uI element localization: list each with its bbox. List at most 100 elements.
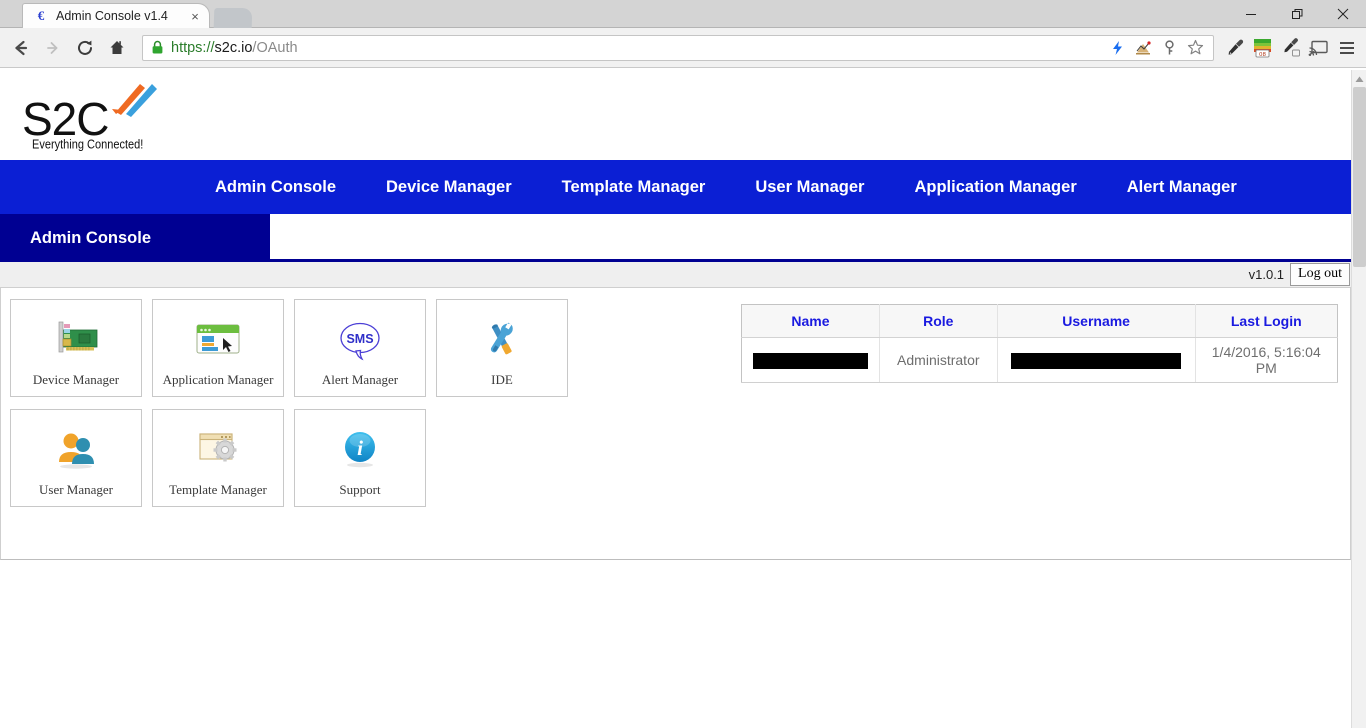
tile-alert-manager[interactable]: SMS Alert Manager <box>294 299 426 397</box>
page-viewport: S2C Everything Connected! Admin Console … <box>0 70 1366 728</box>
address-bar[interactable]: https://s2c.io/OAuth <box>142 34 1214 61</box>
minimize-window-icon[interactable] <box>1228 0 1274 28</box>
cell-last-login: 1/4/2016, 5:16:04 PM <box>1195 337 1338 383</box>
section-tab-label: Admin Console <box>30 228 152 247</box>
browser-toolbar: https://s2c.io/OAuth 08 <box>0 28 1366 68</box>
logo-band: S2C Everything Connected! <box>0 70 1351 160</box>
column-header-role[interactable]: Role <box>879 304 998 338</box>
bookmark-star-icon[interactable] <box>1183 36 1207 60</box>
table-footer-strip <box>1 288 1350 294</box>
s2c-favicon-icon: € <box>37 8 45 23</box>
tile-label: Alert Manager <box>321 372 399 387</box>
nav-item-alert-manager[interactable]: Alert Manager <box>1127 178 1237 197</box>
page-body: S2C Everything Connected! Admin Console … <box>0 70 1351 560</box>
logo-tagline: Everything Connected! <box>32 138 144 152</box>
eyedropper-icon[interactable] <box>1222 34 1248 62</box>
nav-item-admin-console[interactable]: Admin Console <box>215 178 336 197</box>
tile-application-manager[interactable]: Application Manager <box>152 299 284 397</box>
column-header-username[interactable]: Username <box>997 304 1196 338</box>
table-header: Name Role Username Last Login <box>741 304 1338 338</box>
version-label: v1.0.1 <box>1248 267 1285 282</box>
omnibox-actions <box>1105 36 1209 60</box>
lightning-bolt-icon[interactable] <box>1105 36 1129 60</box>
maximize-window-icon[interactable] <box>1274 0 1320 28</box>
s2c-logo[interactable]: S2C Everything Connected! <box>22 80 162 152</box>
section-tab-underline <box>0 259 1351 262</box>
main-navigation: Admin Console Device Manager Template Ma… <box>0 160 1351 214</box>
window-gear-icon <box>188 424 248 476</box>
tile-label: Application Manager <box>162 372 274 387</box>
browser-window: € Admin Console v1.4 × https://s2c.io/OA… <box>0 0 1366 728</box>
new-tab-button[interactable] <box>213 8 253 28</box>
column-header-name[interactable]: Name <box>741 304 880 338</box>
tile-label: Template Manager <box>169 482 267 497</box>
tile-row: User Manager Template Manager i Support <box>10 409 590 507</box>
forward-button-icon[interactable] <box>38 33 68 63</box>
tile-ide[interactable]: IDE <box>436 299 568 397</box>
color-palette-icon[interactable]: 08 <box>1250 34 1276 62</box>
content-panel: Device Manager Application Manager SMS A… <box>0 288 1351 560</box>
close-window-icon[interactable] <box>1320 0 1366 28</box>
column-header-last-login[interactable]: Last Login <box>1195 304 1338 338</box>
tile-label: User Manager <box>39 482 113 497</box>
tile-user-manager[interactable]: User Manager <box>10 409 142 507</box>
back-button-icon[interactable] <box>6 33 36 63</box>
tile-support[interactable]: i Support <box>294 409 426 507</box>
nav-item-user-manager[interactable]: User Manager <box>755 178 864 197</box>
svg-text:08: 08 <box>1259 52 1266 58</box>
logout-button[interactable]: Log out <box>1290 262 1350 287</box>
logo-swoosh-icon <box>112 84 157 117</box>
cell-username <box>997 337 1196 383</box>
tile-row: Device Manager Application Manager SMS A… <box>10 299 590 397</box>
sms-bubble-icon: SMS <box>330 314 390 366</box>
scroll-up-arrow-icon[interactable] <box>1352 70 1366 86</box>
pci-card-icon <box>46 314 106 366</box>
section-tab-row: Admin Console <box>0 214 1351 262</box>
module-tile-grid: Device Manager Application Manager SMS A… <box>10 299 590 519</box>
tile-label: Device Manager <box>32 372 120 387</box>
url-scheme: https:// <box>171 39 215 56</box>
section-tab-admin-console[interactable]: Admin Console <box>0 214 270 262</box>
table-body: Administrator 1/4/2016, 5:16:04 PM <box>741 337 1338 383</box>
scrollbar-thumb[interactable] <box>1353 87 1366 267</box>
nav-item-device-manager[interactable]: Device Manager <box>386 178 512 197</box>
reload-button-icon[interactable] <box>70 33 100 63</box>
info-letter: i <box>357 436 363 460</box>
url-host: s2c.io <box>214 39 253 56</box>
url-text: https://s2c.io/OAuth <box>171 40 298 56</box>
tile-template-manager[interactable]: Template Manager <box>152 409 284 507</box>
nav-item-application-manager[interactable]: Application Manager <box>914 178 1076 197</box>
logo-text: S2C <box>22 93 109 145</box>
color-picker-icon[interactable] <box>1278 34 1304 62</box>
cell-role: Administrator <box>879 337 998 383</box>
tab-title: Admin Console v1.4 <box>56 9 168 23</box>
close-tab-icon[interactable]: × <box>187 8 203 24</box>
tab-strip: € Admin Console v1.4 × <box>0 0 1366 28</box>
browser-tab[interactable]: € Admin Console v1.4 × <box>22 3 210 28</box>
tile-device-manager[interactable]: Device Manager <box>10 299 142 397</box>
wrench-screwdriver-icon <box>472 314 532 366</box>
menu-hamburger-icon[interactable] <box>1334 34 1360 62</box>
redacted-name <box>752 352 868 369</box>
cell-name <box>741 337 880 383</box>
users-icon <box>46 424 106 476</box>
browser-window-icon <box>188 314 248 366</box>
nav-item-template-manager[interactable]: Template Manager <box>562 178 706 197</box>
tile-label: Support <box>339 482 381 497</box>
info-circle-icon: i <box>330 424 390 476</box>
url-path: /OAuth <box>252 39 298 56</box>
analytics-chart-icon[interactable] <box>1131 36 1155 60</box>
table-row[interactable]: Administrator 1/4/2016, 5:16:04 PM <box>741 337 1338 383</box>
cast-icon[interactable] <box>1306 34 1332 62</box>
tile-label: IDE <box>491 372 513 387</box>
sms-label: SMS <box>346 332 373 346</box>
lock-icon <box>151 40 164 55</box>
redacted-username <box>1011 352 1182 369</box>
window-controls <box>1228 0 1366 28</box>
key-icon[interactable] <box>1157 36 1181 60</box>
page-scrollbar[interactable] <box>1351 70 1366 728</box>
home-button-icon[interactable] <box>102 33 132 63</box>
user-summary-table: Name Role Username Last Login Administra… <box>741 304 1338 383</box>
table-header-row: Name Role Username Last Login <box>741 304 1338 338</box>
utility-bar: v1.0.1 Log out <box>0 262 1351 288</box>
